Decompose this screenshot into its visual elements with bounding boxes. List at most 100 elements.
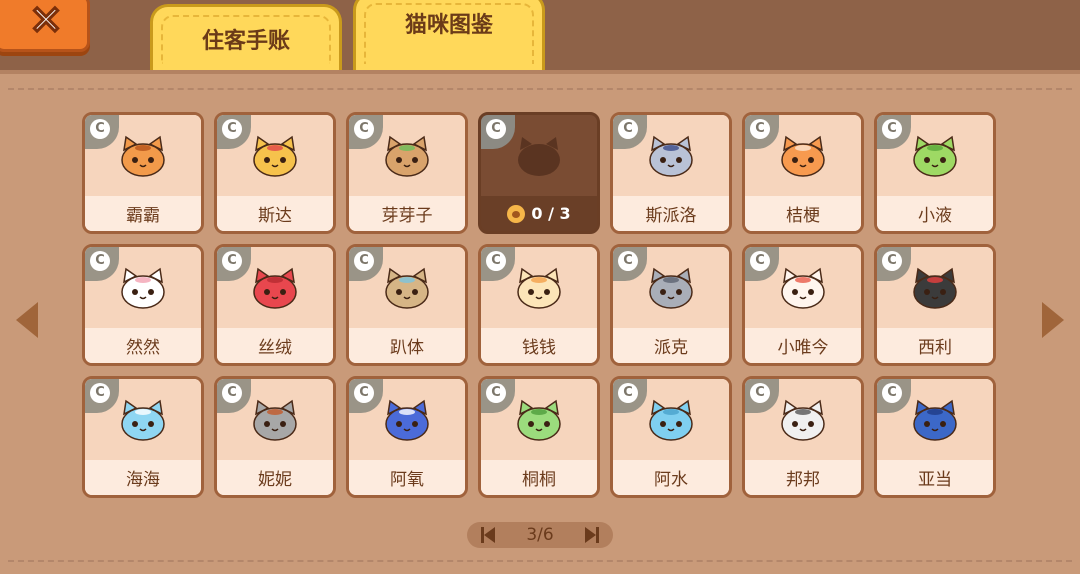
cat-face-icon [649, 267, 693, 309]
cat-name: 西利 [877, 328, 993, 363]
cat-card[interactable]: C 霸霸 [82, 112, 204, 234]
cat-face-icon [253, 267, 297, 309]
cat-face-icon [649, 135, 693, 177]
cat-name: 桔梗 [745, 196, 861, 231]
cat-face-icon [385, 399, 429, 441]
rarity-label: C [90, 251, 110, 271]
cat-name: 派克 [613, 328, 729, 363]
stitch-divider [8, 560, 1072, 562]
prev-page-arrow-icon[interactable] [16, 302, 38, 338]
cat-card[interactable]: C 钱钱 [478, 244, 600, 366]
cat-face-icon [385, 267, 429, 309]
cat-card[interactable]: C 丝绒 [214, 244, 336, 366]
rarity-label: C [90, 119, 110, 139]
cat-card[interactable]: C 亚当 [874, 376, 996, 498]
cat-name: 阿氧 [349, 460, 465, 495]
first-page-button[interactable] [481, 527, 495, 543]
cat-card[interactable]: C 趴体 [346, 244, 468, 366]
rarity-label: C [750, 383, 770, 403]
cat-card[interactable]: C 妮妮 [214, 376, 336, 498]
cat-face-icon [121, 399, 165, 441]
cat-card[interactable]: C 派克 [610, 244, 732, 366]
cat-name: 趴体 [349, 328, 465, 363]
cat-card[interactable]: C 桐桐 [478, 376, 600, 498]
cat-card[interactable]: C 斯派洛 [610, 112, 732, 234]
cat-name: 小唯今 [745, 328, 861, 363]
cat-card[interactable]: C 桔梗 [742, 112, 864, 234]
cat-card[interactable]: C 阿氧 [346, 376, 468, 498]
rarity-label: C [882, 251, 902, 271]
rarity-label: C [486, 119, 506, 139]
tab-label: 住客手账 [201, 28, 290, 54]
next-page-arrow-icon[interactable] [1042, 302, 1064, 338]
cat-name: 桐桐 [481, 460, 597, 495]
tab-guest-journal[interactable]: 住客手账 [150, 4, 342, 70]
cat-name: 斯达 [217, 196, 333, 231]
rarity-label: C [486, 383, 506, 403]
cat-card[interactable]: C 然然 [82, 244, 204, 366]
rarity-label: C [882, 383, 902, 403]
rarity-label: C [618, 119, 638, 139]
cat-name: 小液 [877, 196, 993, 231]
page-indicator: 3/6 [526, 525, 554, 545]
cat-face-icon [781, 135, 825, 177]
cat-face-icon [913, 399, 957, 441]
cat-card[interactable]: C 西利 [874, 244, 996, 366]
rarity-label: C [618, 251, 638, 271]
rarity-label: C [222, 119, 242, 139]
cat-name: 海海 [85, 460, 201, 495]
cat-face-icon [649, 399, 693, 441]
cat-card-locked[interactable]: C 0 / 3 [478, 112, 600, 234]
cat-card[interactable]: C 斯达 [214, 112, 336, 234]
cat-face-icon [385, 135, 429, 177]
cat-face-icon [121, 267, 165, 309]
rarity-label: C [882, 119, 902, 139]
cat-face-icon [781, 267, 825, 309]
cat-name: 亚当 [877, 460, 993, 495]
cat-name: 霸霸 [85, 196, 201, 231]
cat-name: 阿水 [613, 460, 729, 495]
rarity-label: C [222, 251, 242, 271]
cat-name: 然然 [85, 328, 201, 363]
rarity-label: C [486, 251, 506, 271]
tab-label: 猫咪图鉴 [404, 12, 493, 38]
paw-icon [507, 204, 526, 223]
last-page-button[interactable] [584, 527, 599, 543]
progress-text: 0 / 3 [531, 204, 571, 223]
close-button[interactable]: ✕ [0, 0, 90, 52]
rarity-label: C [618, 383, 638, 403]
cat-face-icon [517, 399, 561, 441]
cat-grid: C 霸霸 C 斯达 C 芽芽子 C 0 / 3 C 斯派洛 C 桔梗 C 小液 C 然然 C 丝绒 C 趴体 C 钱钱 C 派… [82, 112, 996, 498]
cat-progress: 0 / 3 [481, 196, 597, 231]
rarity-label: C [750, 251, 770, 271]
cat-card[interactable]: C 海海 [82, 376, 204, 498]
cat-card[interactable]: C 阿水 [610, 376, 732, 498]
rarity-label: C [90, 383, 110, 403]
pager: 3/6 [467, 522, 613, 548]
cat-face-icon [121, 135, 165, 177]
cat-name: 邦邦 [745, 460, 861, 495]
cat-face-icon [253, 135, 297, 177]
cat-card[interactable]: C 芽芽子 [346, 112, 468, 234]
cat-card[interactable]: C 小唯今 [742, 244, 864, 366]
tab-cat-collection[interactable]: 猫咪图鉴 [353, 0, 545, 70]
cat-name: 芽芽子 [349, 196, 465, 231]
cat-face-icon [517, 267, 561, 309]
rarity-label: C [354, 383, 374, 403]
cat-name: 妮妮 [217, 460, 333, 495]
cat-face-icon [913, 135, 957, 177]
cat-silhouette-icon [518, 137, 560, 176]
cat-card[interactable]: C 小液 [874, 112, 996, 234]
cat-face-icon [913, 267, 957, 309]
cat-name: 钱钱 [481, 328, 597, 363]
cat-name: 丝绒 [217, 328, 333, 363]
cat-name: 斯派洛 [613, 196, 729, 231]
close-icon: ✕ [28, 0, 64, 44]
cat-card[interactable]: C 邦邦 [742, 376, 864, 498]
rarity-label: C [750, 119, 770, 139]
rarity-label: C [222, 383, 242, 403]
rarity-label: C [354, 251, 374, 271]
stitch-divider [8, 88, 1072, 90]
cat-face-icon [253, 399, 297, 441]
cat-face-icon [781, 399, 825, 441]
